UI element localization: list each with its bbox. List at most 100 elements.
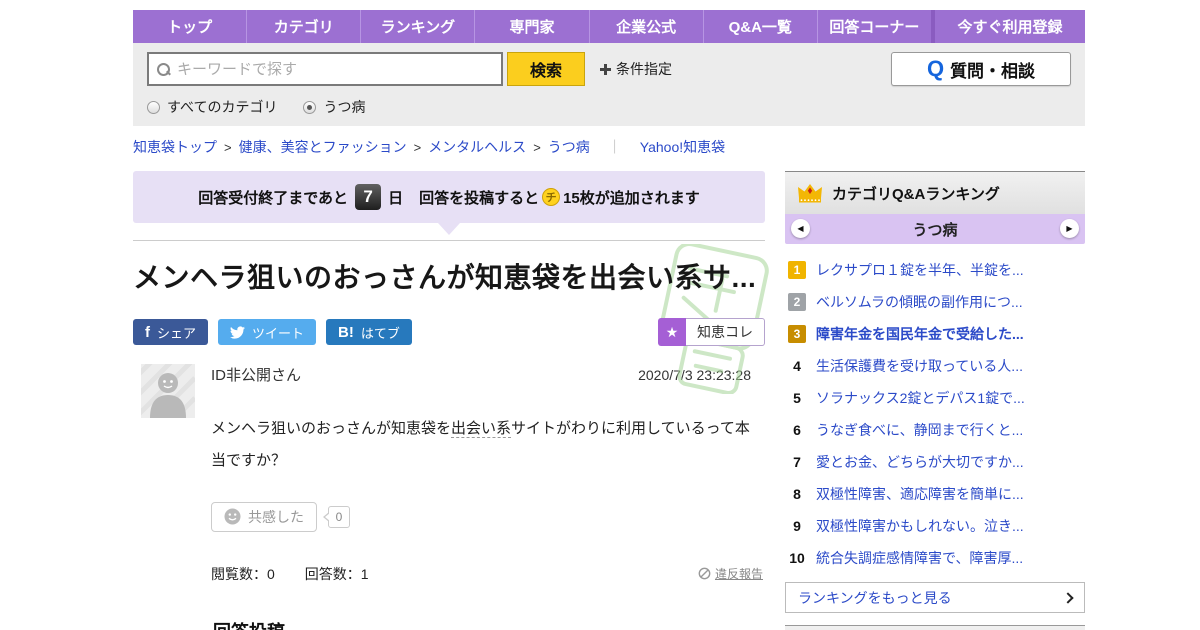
- star-icon: ★: [658, 318, 686, 346]
- hatena-share-button[interactable]: B! はてブ: [326, 319, 412, 345]
- ranking-category-name: うつ病: [912, 221, 958, 239]
- breadcrumb-link-depression[interactable]: うつ病: [548, 137, 590, 157]
- rank-number: 5: [793, 390, 801, 406]
- breadcrumb: 知恵袋トップ > 健康、美容とファッション > メンタルヘルス > うつ病 ｜ …: [133, 137, 1085, 157]
- nav-item-category[interactable]: カテゴリ: [247, 10, 360, 43]
- chie-collection-label: 知恵コレ: [686, 318, 765, 346]
- next-module-header-clipped: [785, 625, 1085, 630]
- ranking-link: 双極性障害、適応障害を簡単に...: [816, 486, 1024, 502]
- plus-icon: [600, 63, 611, 75]
- radio-all-label: すべてのカテゴリ: [167, 99, 278, 115]
- radio-checked-icon: [303, 100, 317, 114]
- top-nav: トップ カテゴリ ランキング 専門家 企業公式 Q&A一覧 回答コーナー 今すぐ…: [133, 10, 1085, 43]
- report-violation-link[interactable]: 違反報告: [698, 565, 763, 582]
- ranking-item-5[interactable]: 5 ソラナックス2錠とデパス1錠で...: [785, 382, 1085, 414]
- ranking-item-7[interactable]: 7 愛とお金、どちらが大切ですか...: [785, 446, 1085, 478]
- question-timestamp: 2020/7/3 23:23:28: [638, 367, 751, 383]
- rank-number: 9: [793, 518, 801, 534]
- nav-item-qa-list[interactable]: Q&A一覧: [704, 10, 817, 43]
- site-link-chiebukuro[interactable]: Yahoo!知恵袋: [640, 137, 725, 157]
- smiley-icon: [224, 508, 241, 525]
- user-avatar: [133, 356, 197, 420]
- ranking-category-bar: ◀ うつ病 ▶: [785, 214, 1085, 244]
- ranking-link: 生活保護費を受け取っている人...: [816, 358, 1023, 374]
- sidebar: カテゴリQ&Aランキング ◀ うつ病 ▶ 1 レクサプロ１錠を半年、半錠を...…: [785, 171, 1085, 630]
- breadcrumb-link-mental-health[interactable]: メンタルヘルス: [428, 137, 526, 157]
- ask-question-label: 質問・相談: [950, 61, 1036, 81]
- ranking-link: 双極性障害かもしれない。泣き...: [816, 518, 1024, 534]
- search-section: 検索 条件指定 Q 質問・相談 すべてのカテゴリ うつ病: [133, 43, 1085, 126]
- report-label: 違反報告: [714, 567, 763, 581]
- ranking-item-1[interactable]: 1 レクサプロ１錠を半年、半錠を...: [785, 254, 1085, 286]
- breadcrumb-link-home[interactable]: 知恵袋トップ: [133, 137, 217, 157]
- ranking-module-header: カテゴリQ&Aランキング: [785, 171, 1085, 214]
- q-bubble-icon: Q: [926, 56, 945, 81]
- radio-all-categories[interactable]: すべてのカテゴリ: [147, 97, 277, 117]
- coin-icon: チ: [542, 188, 561, 206]
- advanced-filter-link[interactable]: 条件指定: [600, 59, 672, 79]
- facebook-share-button[interactable]: f シェア: [133, 319, 209, 345]
- chie-collection-button[interactable]: ★ 知恵コレ: [658, 318, 765, 346]
- rank-1-badge: 1: [788, 261, 806, 279]
- breadcrumb-separator: >: [224, 139, 232, 155]
- prev-category-arrow[interactable]: ◀: [791, 219, 810, 238]
- next-category-arrow[interactable]: ▶: [1060, 219, 1079, 238]
- answer-count: 回答数：1: [304, 565, 369, 582]
- question-body: メンヘラ狙いのおっさんが知恵袋を出会い系サイトがわりに利用しているって本当ですか…: [211, 413, 759, 478]
- ranking-link: レクサプロ１錠を半年、半錠を...: [816, 262, 1024, 278]
- body-text: メンヘラ狙いのおっさんが知恵袋を: [211, 420, 452, 437]
- radio-unchecked-icon: [147, 100, 160, 114]
- breadcrumb-divider: ｜: [607, 139, 622, 155]
- main-column: 回答受付終了まであと 7 日 回答を投稿すると チ 15枚が追加されます メンヘ…: [133, 171, 769, 630]
- ranking-more-button[interactable]: ランキングをもっと見る: [785, 582, 1085, 613]
- twitter-share-label: ツイート: [252, 325, 305, 341]
- banner-text-middle: 回答を投稿すると: [419, 189, 540, 207]
- rank-number: 7: [793, 454, 801, 470]
- ranking-item-3[interactable]: 3 障害年金を国民年金で受給した...: [785, 318, 1085, 350]
- ranking-item-6[interactable]: 6 うなぎ食べに、静岡まで行くと...: [785, 414, 1085, 446]
- nav-item-register[interactable]: 今すぐ利用登録: [935, 10, 1085, 43]
- nav-item-official[interactable]: 企業公式: [590, 10, 703, 43]
- hatena-icon: B!: [338, 323, 354, 341]
- banner-text-after: 15枚が追加されます: [563, 189, 700, 207]
- twitter-share-button[interactable]: ツイート: [218, 319, 317, 345]
- no-entry-icon: [698, 567, 711, 580]
- twitter-bird-icon: [230, 325, 246, 340]
- nav-item-ranking[interactable]: ランキング: [361, 10, 474, 43]
- ask-question-button[interactable]: Q 質問・相談: [891, 52, 1071, 86]
- user-name: ID非公開さん: [211, 367, 302, 384]
- rank-3-badge: 3: [788, 325, 806, 343]
- ranking-item-9[interactable]: 9 双極性障害かもしれない。泣き...: [785, 510, 1085, 542]
- chevron-right-icon: [1062, 591, 1074, 604]
- breadcrumb-separator: >: [533, 139, 541, 155]
- ranking-link: ベルソムラの傾眠の副作用につ...: [816, 294, 1023, 310]
- rank-number: 4: [793, 358, 801, 374]
- page: トップ カテゴリ ランキング 専門家 企業公式 Q&A一覧 回答コーナー 今すぐ…: [0, 0, 1200, 630]
- nav-item-answer-corner[interactable]: 回答コーナー: [818, 10, 931, 43]
- breadcrumb-link-health[interactable]: 健康、美容とファッション: [239, 137, 407, 157]
- hatena-share-label: はてブ: [360, 325, 400, 341]
- keyword-link[interactable]: 出会い系: [451, 420, 512, 438]
- radio-current-category[interactable]: うつ病: [303, 97, 365, 117]
- ranking-link: ソラナックス2錠とデパス1錠で...: [816, 390, 1025, 406]
- question-title: メンヘラ狙いのおっさんが知恵袋を出会い系サ...: [133, 262, 757, 293]
- ranking-link: うなぎ食べに、静岡まで行くと...: [816, 422, 1024, 438]
- days-remaining-badge: 7: [355, 184, 382, 210]
- empathy-label: 共感した: [248, 508, 304, 525]
- breadcrumb-separator: >: [413, 139, 422, 155]
- banner-text-before: 回答受付終了まであと: [198, 189, 349, 207]
- search-icon: [157, 62, 170, 76]
- rank-number: 6: [793, 422, 801, 438]
- nav-item-top[interactable]: トップ: [133, 10, 246, 43]
- ranking-item-2[interactable]: 2 ベルソムラの傾眠の副作用につ...: [785, 286, 1085, 318]
- empathy-button[interactable]: 共感した: [211, 501, 317, 532]
- search-button[interactable]: 検索: [507, 52, 585, 86]
- search-input[interactable]: [177, 60, 493, 78]
- search-box: [147, 52, 503, 86]
- question-block: ID非公開さん 2020/7/3 23:23:28 メンヘラ狙いのおっさんが知恵…: [133, 356, 765, 630]
- nav-item-experts[interactable]: 専門家: [475, 10, 588, 43]
- banner-unit: 日: [388, 189, 404, 207]
- ranking-item-4[interactable]: 4 生活保護費を受け取っている人...: [785, 350, 1085, 382]
- ranking-item-8[interactable]: 8 双極性障害、適応障害を簡単に...: [785, 478, 1085, 510]
- ranking-item-10[interactable]: 10 統合失調症感情障害で、障害厚...: [785, 542, 1085, 574]
